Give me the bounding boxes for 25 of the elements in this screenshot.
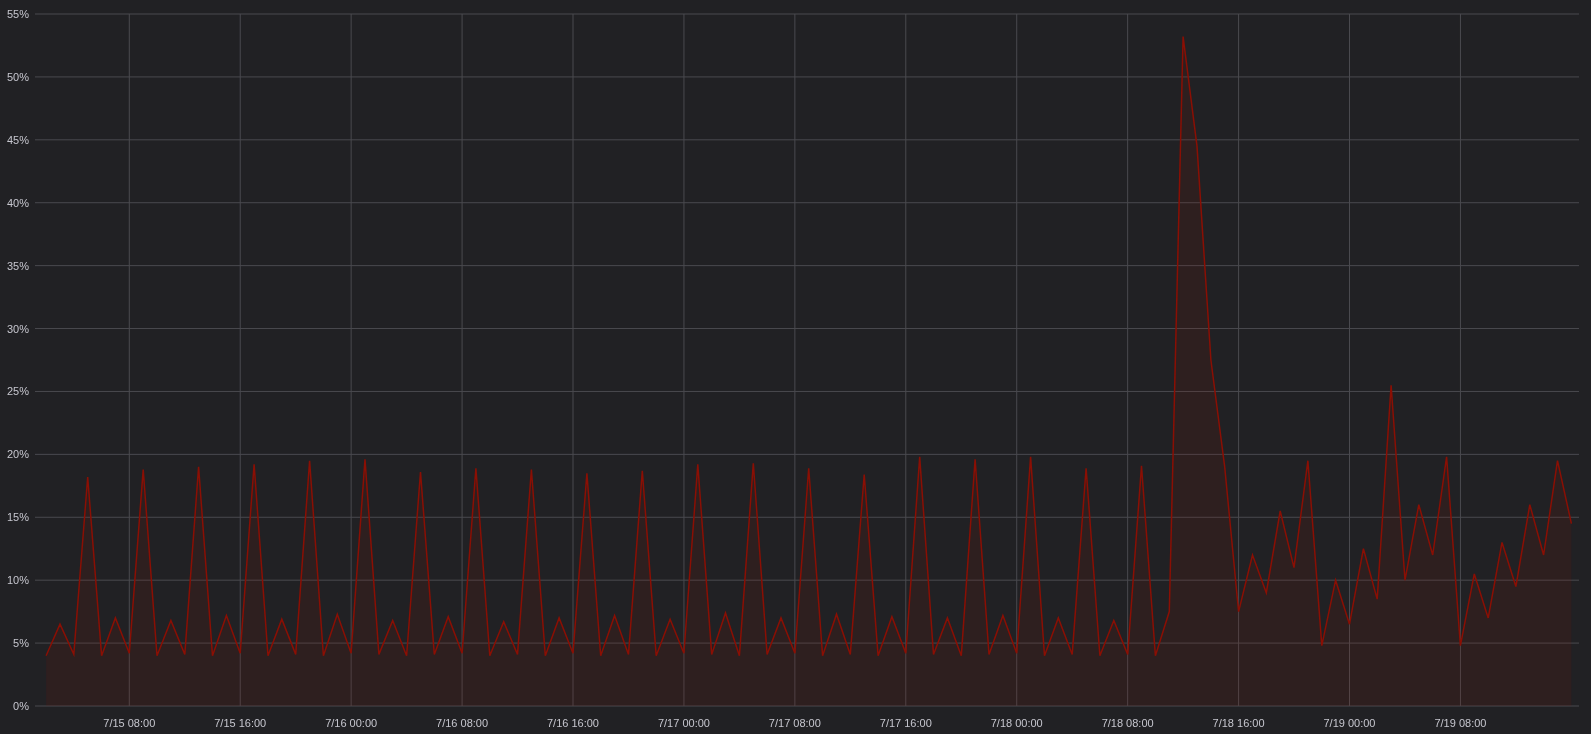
axis-tick-label: 7/17 08:00 xyxy=(768,717,821,729)
axis-tick-label: 5% xyxy=(13,637,29,650)
axis-tick-label: 30% xyxy=(6,322,29,335)
axis-tick-label: 7/18 00:00 xyxy=(990,717,1043,729)
axis-tick-label: 45% xyxy=(6,133,29,146)
axis-tick-label: 7/19 08:00 xyxy=(1434,717,1487,729)
axis-tick-label: 40% xyxy=(6,196,29,209)
axis-tick-label: 7/15 08:00 xyxy=(103,717,156,729)
axis-tick-label: 7/16 16:00 xyxy=(547,717,599,729)
axis-tick-label: 55% xyxy=(6,8,29,20)
axis-tick-label: 50% xyxy=(6,70,29,83)
axis-tick-label: 20% xyxy=(6,448,29,461)
axis-tick-label: 7/16 00:00 xyxy=(325,717,378,729)
axis-tick-label: 7/17 16:00 xyxy=(879,717,932,729)
axis-tick-label: 7/15 16:00 xyxy=(214,717,267,729)
axis-tick-label: 0% xyxy=(13,700,29,712)
axis-tick-label: 7/18 08:00 xyxy=(1101,717,1154,729)
axis-tick-label: 35% xyxy=(6,259,29,272)
axis-tick-label: 10% xyxy=(6,574,29,587)
axis-tick-label: 7/17 00:00 xyxy=(657,717,710,729)
axis-tick-label: 7/16 08:00 xyxy=(436,717,489,729)
axis-tick-label: 7/18 16:00 xyxy=(1212,717,1265,729)
axis-tick-label: 25% xyxy=(6,385,29,398)
axis-tick-label: 7/19 00:00 xyxy=(1323,717,1376,729)
axis-tick-label: 15% xyxy=(6,511,29,524)
